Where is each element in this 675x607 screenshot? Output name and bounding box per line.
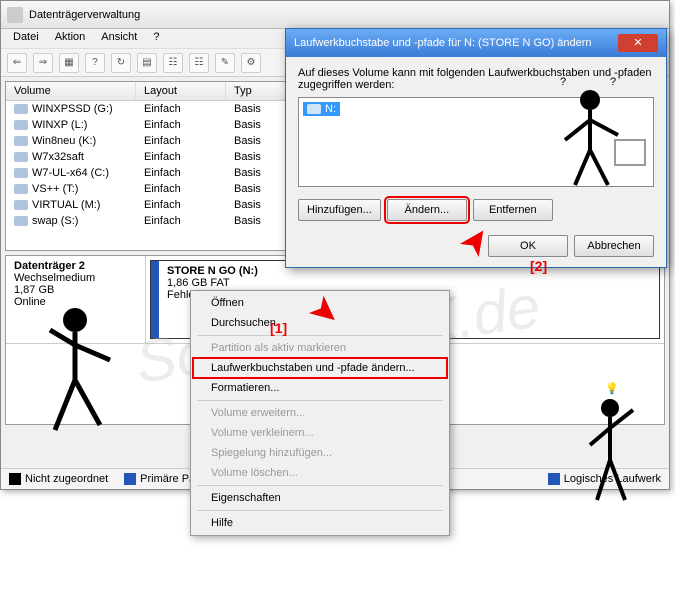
- toolbar-btn[interactable]: ▦: [59, 53, 79, 73]
- drive-icon: [14, 136, 28, 146]
- dialog-title: Laufwerkbuchstabe und -pfade für N: (STO…: [294, 37, 592, 49]
- ctx-mirror: Spiegelung hinzufügen...: [193, 443, 447, 463]
- ctx-help[interactable]: Hilfe: [193, 513, 447, 533]
- partition-info: 1,86 GB FAT: [167, 277, 651, 289]
- annotation-label-2: [2]: [530, 258, 547, 274]
- stick-figure-icon: [40, 300, 140, 440]
- svg-text:💡: 💡: [605, 382, 619, 395]
- drive-icon: [307, 104, 321, 114]
- ok-button[interactable]: OK: [488, 235, 568, 257]
- legend-unallocated: Nicht zugeordnet: [9, 473, 108, 485]
- toolbar-btn[interactable]: ☷: [189, 53, 209, 73]
- menu-action[interactable]: Aktion: [47, 29, 94, 48]
- menu-view[interactable]: Ansicht: [93, 29, 145, 48]
- col-volume[interactable]: Volume: [6, 82, 136, 100]
- drive-icon: [14, 184, 28, 194]
- ctx-properties[interactable]: Eigenschaften: [193, 488, 447, 508]
- ctx-shrink: Volume verkleinern...: [193, 423, 447, 443]
- menu-help[interactable]: ?: [145, 29, 167, 48]
- svg-text:?: ?: [560, 76, 566, 88]
- disk-kind: Wechselmedium: [14, 272, 137, 284]
- toolbar-btn[interactable]: ✎: [215, 53, 235, 73]
- back-button[interactable]: ⇐: [7, 53, 27, 73]
- disk-name: Datenträger 2: [14, 260, 137, 272]
- ctx-delete: Volume löschen...: [193, 463, 447, 483]
- window-title: Datenträgerverwaltung: [29, 9, 663, 21]
- add-button[interactable]: Hinzufügen...: [298, 199, 381, 221]
- app-icon: [7, 7, 23, 23]
- dialog-titlebar[interactable]: Laufwerkbuchstabe und -pfade für N: (STO…: [286, 29, 666, 57]
- context-menu: Öffnen Durchsuchen Partition als aktiv m…: [190, 290, 450, 536]
- stick-figure-icon: ??: [550, 65, 650, 195]
- change-button[interactable]: Ändern...: [387, 199, 467, 221]
- cancel-button[interactable]: Abbrechen: [574, 235, 654, 257]
- separator: [197, 485, 443, 486]
- drive-icon: [14, 200, 28, 210]
- toolbar-btn[interactable]: ⚙: [241, 53, 261, 73]
- toolbar-btn[interactable]: ☷: [163, 53, 183, 73]
- help-button[interactable]: ?: [85, 53, 105, 73]
- drive-icon: [14, 152, 28, 162]
- drive-icon: [14, 120, 28, 130]
- forward-button[interactable]: ⇒: [33, 53, 53, 73]
- annotation-label-1: [1]: [270, 320, 287, 336]
- drive-icon: [14, 216, 28, 226]
- ctx-format[interactable]: Formatieren...: [193, 378, 447, 398]
- drive-icon: [14, 168, 28, 178]
- toolbar-btn[interactable]: ▤: [137, 53, 157, 73]
- col-layout[interactable]: Layout: [136, 82, 226, 100]
- titlebar[interactable]: Datenträgerverwaltung: [1, 1, 669, 29]
- svg-text:?: ?: [610, 76, 616, 88]
- ctx-change-letter[interactable]: Laufwerkbuchstaben und -pfade ändern...: [193, 358, 447, 378]
- ctx-extend: Volume erweitern...: [193, 403, 447, 423]
- drive-letter-item[interactable]: N:: [303, 102, 340, 116]
- separator: [197, 510, 443, 511]
- close-icon[interactable]: ✕: [618, 34, 658, 52]
- col-type[interactable]: Typ: [226, 82, 286, 100]
- ctx-open[interactable]: Öffnen: [193, 293, 447, 313]
- stick-figure-icon: 💡: [575, 380, 645, 510]
- refresh-button[interactable]: ↻: [111, 53, 131, 73]
- separator: [197, 335, 443, 336]
- separator: [197, 400, 443, 401]
- menu-file[interactable]: Datei: [5, 29, 47, 48]
- ctx-explore[interactable]: Durchsuchen: [193, 313, 447, 333]
- drive-icon: [14, 104, 28, 114]
- ctx-mark-active: Partition als aktiv markieren: [193, 338, 447, 358]
- remove-button[interactable]: Entfernen: [473, 199, 553, 221]
- disk-size: 1,87 GB: [14, 284, 137, 296]
